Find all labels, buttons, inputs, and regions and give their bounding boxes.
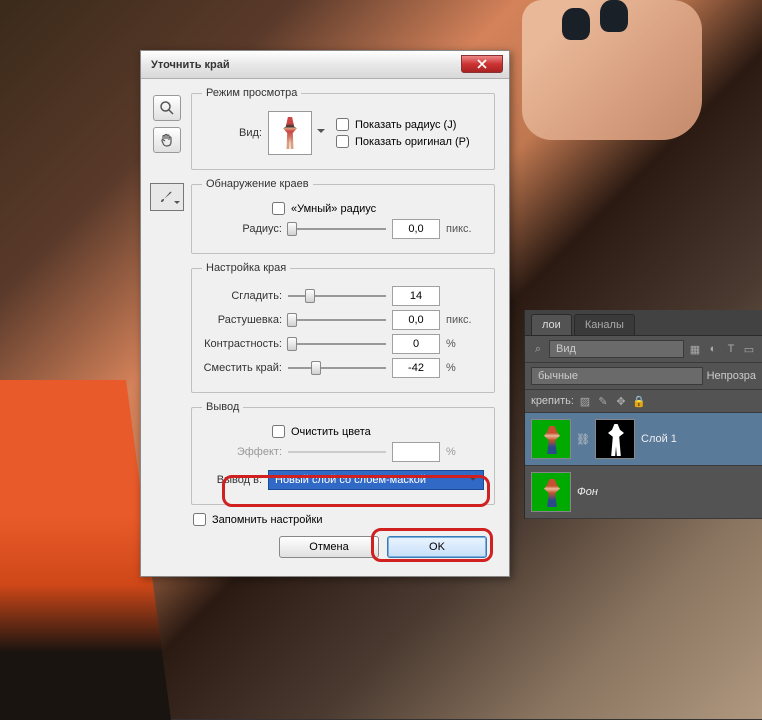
- output-group: Вывод Очистить цвета Эффект: % Вывод в: …: [191, 401, 495, 505]
- refine-brush-tool[interactable]: [150, 183, 184, 211]
- layer-thumbnail[interactable]: [531, 419, 571, 459]
- mask-link-icon[interactable]: ⛓: [577, 431, 589, 447]
- layer-row-1[interactable]: ⛓ Слой 1: [525, 413, 762, 466]
- view-mode-legend: Режим просмотра: [202, 87, 301, 99]
- blend-mode-dropdown[interactable]: бычные: [531, 367, 703, 385]
- edge-detection-legend: Обнаружение краев: [202, 178, 313, 190]
- effect-input: [392, 442, 440, 462]
- search-icon: ⌕: [531, 342, 545, 356]
- show-original-label: Показать оригинал (P): [355, 136, 470, 148]
- filter-adjust-icon[interactable]: ◐: [706, 342, 720, 356]
- dialog-titlebar[interactable]: Уточнить край: [141, 51, 509, 79]
- cancel-button[interactable]: Отмена: [279, 536, 379, 558]
- smooth-slider[interactable]: [288, 287, 386, 305]
- lock-label: крепить:: [531, 395, 574, 407]
- show-original-checkbox[interactable]: [336, 135, 349, 148]
- output-to-label: Вывод в:: [202, 474, 262, 486]
- remember-checkbox[interactable]: [193, 513, 206, 526]
- radius-slider[interactable]: [288, 220, 386, 238]
- decontaminate-checkbox[interactable]: [272, 425, 285, 438]
- opacity-label: Непрозра: [707, 370, 756, 382]
- feather-slider[interactable]: [288, 311, 386, 329]
- radius-input[interactable]: [392, 219, 440, 239]
- shift-label: Сместить край:: [202, 362, 282, 374]
- feather-unit: пикс.: [446, 314, 484, 326]
- edge-detection-group: Обнаружение краев «Умный» радиус Радиус:…: [191, 178, 495, 254]
- filter-pixel-icon[interactable]: ▦: [688, 342, 702, 356]
- radius-label: Радиус:: [202, 223, 282, 235]
- effect-label: Эффект:: [202, 446, 282, 458]
- magnifier-icon: [159, 100, 175, 116]
- effect-slider: [288, 443, 386, 461]
- filter-shape-icon[interactable]: ▭: [742, 342, 756, 356]
- layer-mask-thumbnail[interactable]: [595, 419, 635, 459]
- contrast-label: Контрастность:: [202, 338, 282, 350]
- refine-edge-dialog: Уточнить край Режим просмотра Вид:: [140, 50, 510, 577]
- tool-column: [149, 87, 185, 568]
- hand-icon: [159, 132, 175, 148]
- remember-label: Запомнить настройки: [212, 514, 323, 526]
- dialog-title: Уточнить край: [151, 59, 230, 71]
- lock-all-icon[interactable]: 🔒: [632, 394, 646, 408]
- effect-unit: %: [446, 446, 484, 458]
- panel-tabs: лои Каналы: [525, 310, 762, 336]
- lock-move-icon[interactable]: ✥: [614, 394, 628, 408]
- show-radius-checkbox[interactable]: [336, 118, 349, 131]
- preview-thumbnail: [283, 117, 297, 149]
- shift-slider[interactable]: [288, 359, 386, 377]
- close-icon: [477, 59, 487, 69]
- hand-tool-button[interactable]: [153, 127, 181, 153]
- tab-channels[interactable]: Каналы: [574, 314, 635, 335]
- layer-name-bg[interactable]: Фон: [577, 486, 756, 498]
- shift-unit: %: [446, 362, 484, 374]
- ok-button[interactable]: OK: [387, 536, 487, 558]
- layer-name-1[interactable]: Слой 1: [641, 433, 756, 445]
- smooth-label: Сгладить:: [202, 290, 282, 302]
- feather-label: Растушевка:: [202, 314, 282, 326]
- layer-filter-dropdown[interactable]: Вид: [549, 340, 684, 358]
- smooth-input[interactable]: [392, 286, 440, 306]
- radius-unit: пикс.: [446, 223, 484, 235]
- contrast-unit: %: [446, 338, 484, 350]
- brush-icon: [158, 188, 176, 206]
- layers-panel: лои Каналы ⌕ Вид ▦ ◐ T ▭ бычные Непрозра…: [524, 310, 762, 519]
- lock-brush-icon[interactable]: ✎: [596, 394, 610, 408]
- close-button[interactable]: [461, 55, 503, 73]
- decontaminate-label: Очистить цвета: [291, 426, 371, 438]
- output-legend: Вывод: [202, 401, 243, 413]
- contrast-slider[interactable]: [288, 335, 386, 353]
- adjust-edge-legend: Настройка края: [202, 262, 290, 274]
- contrast-input[interactable]: [392, 334, 440, 354]
- view-label: Вид:: [202, 127, 262, 139]
- lock-transparent-icon[interactable]: ▨: [578, 394, 592, 408]
- shift-input[interactable]: [392, 358, 440, 378]
- adjust-edge-group: Настройка края Сгладить: Растушевка: пик…: [191, 262, 495, 393]
- layer-row-bg[interactable]: Фон: [525, 466, 762, 519]
- feather-input[interactable]: [392, 310, 440, 330]
- image-content: [522, 0, 702, 140]
- smart-radius-label: «Умный» радиус: [291, 203, 376, 215]
- filter-type-icon[interactable]: T: [724, 342, 738, 356]
- tab-layers[interactable]: лои: [531, 314, 572, 335]
- show-radius-label: Показать радиус (J): [355, 119, 456, 131]
- zoom-tool-button[interactable]: [153, 95, 181, 121]
- output-to-dropdown[interactable]: Новый слой со слоем-маской: [268, 470, 484, 490]
- view-mode-group: Режим просмотра Вид: Показать радиус (J)…: [191, 87, 495, 170]
- smart-radius-checkbox[interactable]: [272, 202, 285, 215]
- view-mode-dropdown[interactable]: [268, 111, 312, 155]
- layer-thumbnail-bg[interactable]: [531, 472, 571, 512]
